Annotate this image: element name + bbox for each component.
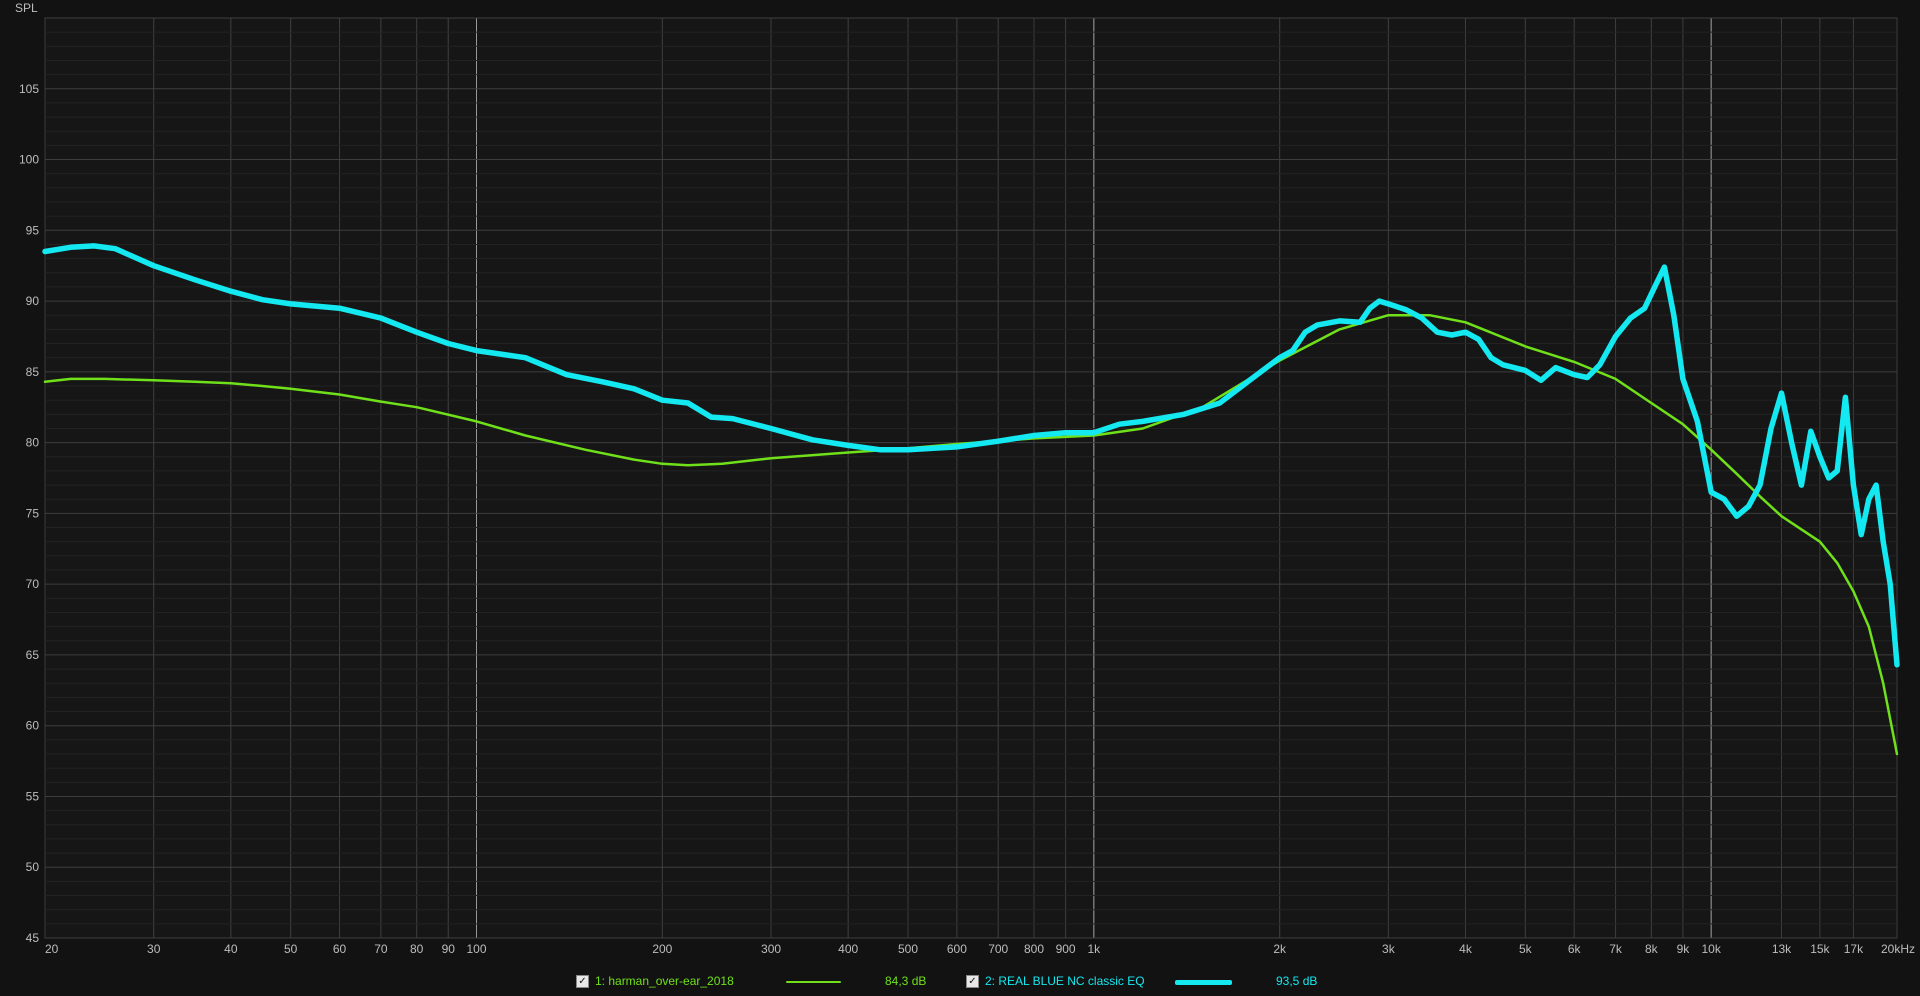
x-tick-label: 500 xyxy=(898,942,918,956)
x-tick-label: 7k xyxy=(1609,942,1623,956)
y-tick-label: 95 xyxy=(26,223,40,237)
x-tick-label: 700 xyxy=(988,942,1008,956)
x-tick-label: 30 xyxy=(147,942,161,956)
x-tick-label: 600 xyxy=(947,942,967,956)
x-tick-label: 100 xyxy=(466,942,486,956)
y-tick-label: 80 xyxy=(26,436,40,450)
x-tick-label: 2k xyxy=(1273,942,1287,956)
x-tick-label: 200 xyxy=(652,942,672,956)
x-tick-label: 5k xyxy=(1519,942,1533,956)
y-axis-label: SPL xyxy=(15,1,38,15)
x-tick-label: 13k xyxy=(1772,942,1792,956)
x-tick-label: 800 xyxy=(1024,942,1044,956)
x-tick-label: 17k xyxy=(1844,942,1864,956)
y-tick-label: 90 xyxy=(26,294,40,308)
legend-checkbox-harman[interactable]: ✓ xyxy=(576,974,589,988)
legend-item-realblue[interactable]: ✓ 2: REAL BLUE NC classic EQ xyxy=(966,974,1145,988)
y-tick-label: 70 xyxy=(26,577,40,591)
x-tick-label: 70 xyxy=(374,942,388,956)
x-tick-label: 40 xyxy=(224,942,238,956)
x-tick-label: 50 xyxy=(284,942,298,956)
y-tick-label: 75 xyxy=(26,506,40,520)
legend-checkbox-realblue[interactable]: ✓ xyxy=(966,974,979,988)
x-tick-label: 4k xyxy=(1459,942,1473,956)
x-tick-label: 300 xyxy=(761,942,781,956)
legend-swatch-harman xyxy=(786,981,841,983)
y-tick-label: 105 xyxy=(19,82,39,96)
legend-level-realblue: 93,5 dB xyxy=(1276,974,1318,988)
y-tick-label: 85 xyxy=(26,365,40,379)
y-tick-label: 50 xyxy=(26,860,40,874)
legend: ✓ 1: harman_over-ear_2018 84,3 dB ✓ 2: R… xyxy=(0,966,1920,996)
x-tick-label: 900 xyxy=(1056,942,1076,956)
x-tick-label: 400 xyxy=(838,942,858,956)
x-tick-label: 1k xyxy=(1087,942,1101,956)
x-tick-label: 6k xyxy=(1568,942,1582,956)
y-tick-label: 100 xyxy=(19,153,39,167)
x-tick-label: 8k xyxy=(1645,942,1659,956)
legend-label-realblue: 2: REAL BLUE NC classic EQ xyxy=(985,974,1145,988)
legend-item-harman[interactable]: ✓ 1: harman_over-ear_2018 xyxy=(576,974,734,988)
legend-swatch-realblue xyxy=(1175,980,1232,985)
y-tick-label: 65 xyxy=(26,648,40,662)
x-tick-label: 90 xyxy=(442,942,456,956)
y-tick-label: 60 xyxy=(26,719,40,733)
x-tick-label: 3k xyxy=(1382,942,1396,956)
y-tick-label: 45 xyxy=(26,931,40,945)
x-tick-label: 10k xyxy=(1701,942,1721,956)
x-tick-label: 20 xyxy=(45,942,59,956)
x-tick-label: 20kHz xyxy=(1881,942,1915,956)
plot-area xyxy=(44,17,1898,939)
x-tick-label: 15k xyxy=(1810,942,1830,956)
frequency-response-chart: 45 50 55 60 65 70 75 80 85 90 95 100 105 20 30 40 50 60 70… xyxy=(15,1,1915,956)
x-tick-label: 9k xyxy=(1677,942,1691,956)
legend-label-harman: 1: harman_over-ear_2018 xyxy=(595,974,734,988)
x-tick-label: 60 xyxy=(333,942,347,956)
legend-level-harman: 84,3 dB xyxy=(885,974,927,988)
y-tick-label: 55 xyxy=(26,789,40,803)
x-tick-label: 80 xyxy=(410,942,424,956)
